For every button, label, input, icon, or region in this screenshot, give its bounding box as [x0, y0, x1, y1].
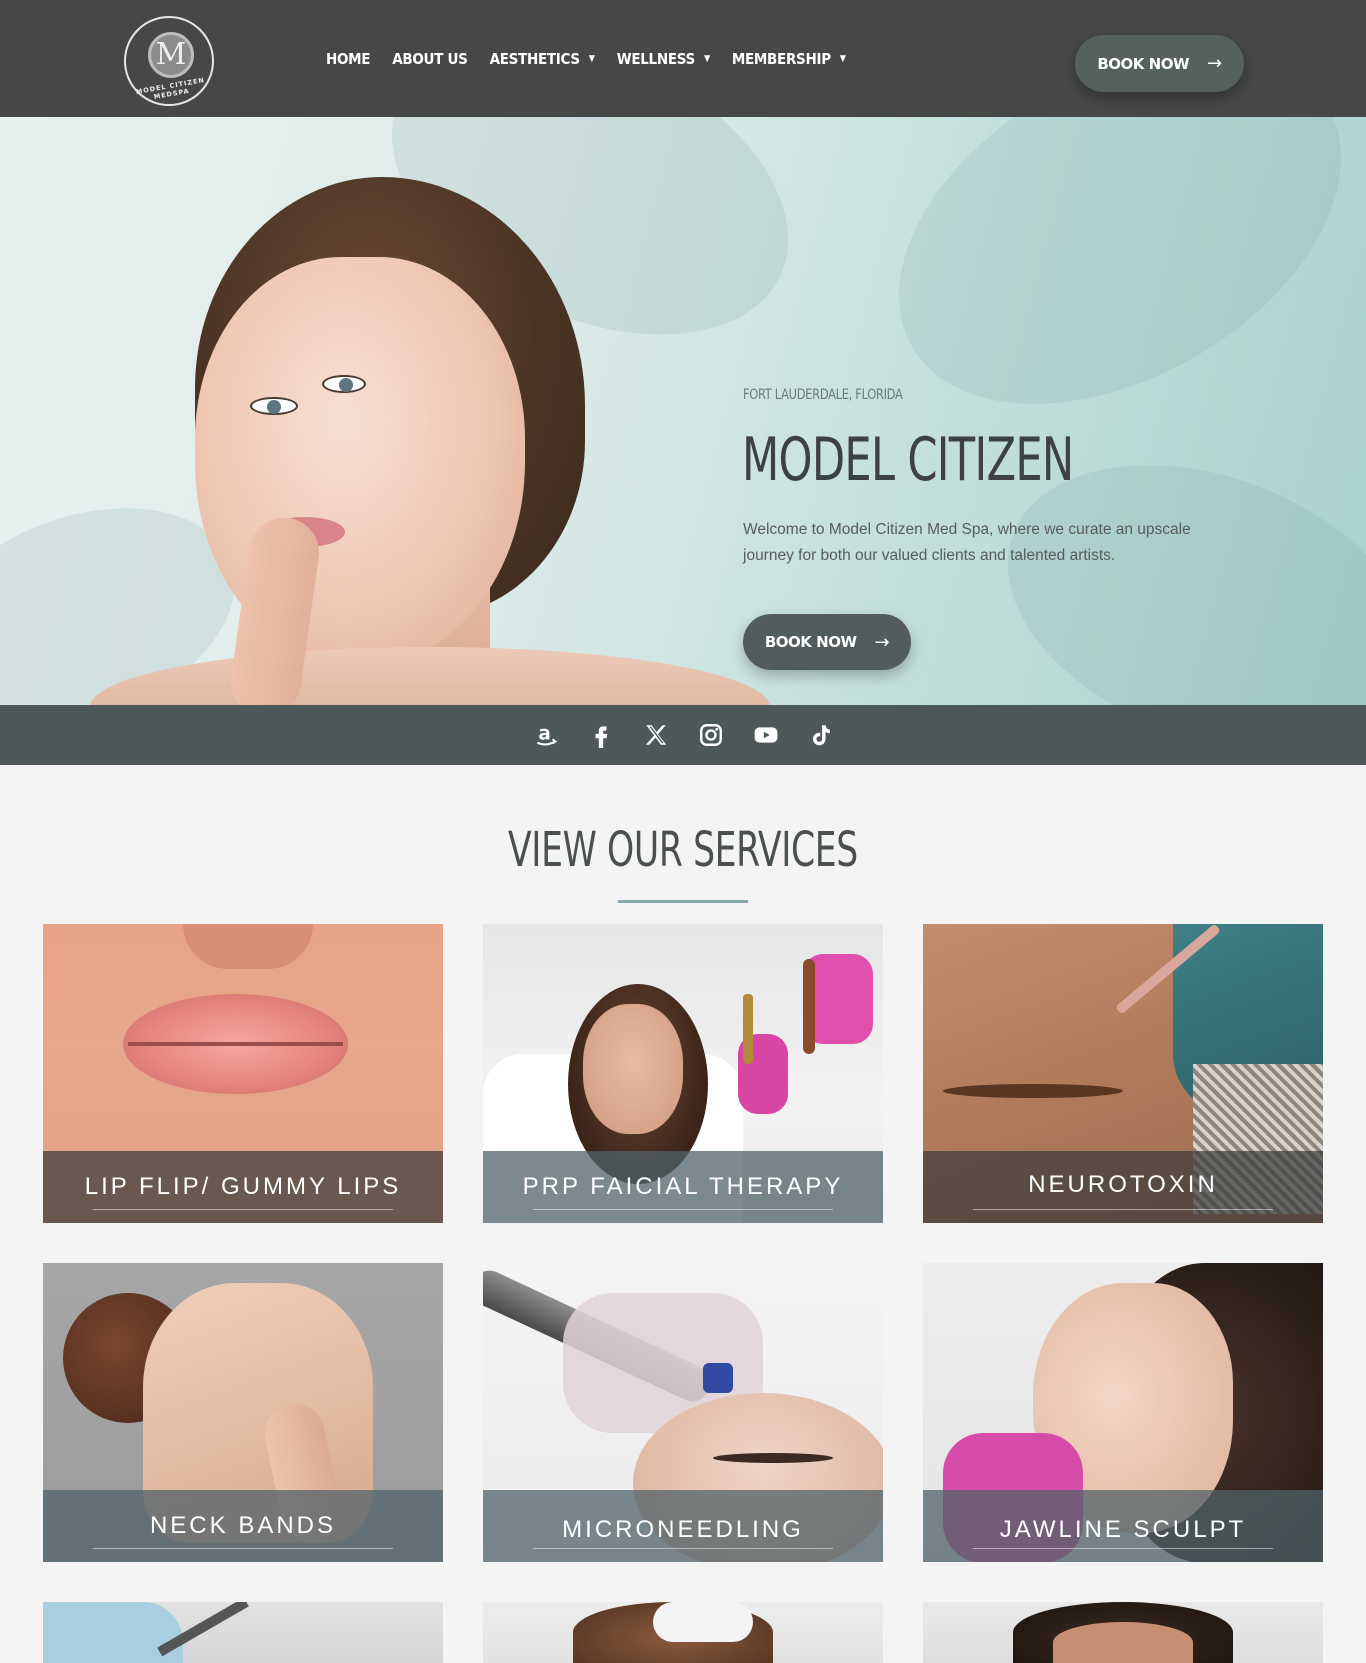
- social-bar: a: [0, 705, 1366, 765]
- hero-section: FORT LAUDERDALE, FLORIDA MODEL CITIZEN W…: [0, 117, 1366, 705]
- header-book-now-button[interactable]: BOOK NOW →: [1075, 35, 1244, 92]
- photo-brow: [943, 1084, 1123, 1098]
- service-card-lip-flip[interactable]: LIP FLIP/ GUMMY LIPS: [43, 924, 443, 1223]
- card-label-bar: PRP FAICIAL THERAPY: [483, 1151, 883, 1223]
- hero-title: MODEL CITIZEN: [742, 425, 1074, 495]
- nav-membership[interactable]: MEMBERSHIP ▼: [732, 50, 846, 68]
- model-eye: [322, 375, 366, 393]
- tiktok-icon[interactable]: [806, 721, 835, 750]
- card-label-bar: MICRONEEDLING: [483, 1490, 883, 1562]
- nav-home-label: HOME: [326, 50, 371, 68]
- card-label-bar: NEUROTOXIN: [923, 1151, 1323, 1223]
- chevron-down-icon: ▼: [703, 54, 710, 64]
- book-now-label: BOOK NOW: [1097, 54, 1190, 73]
- service-card-jawline-sculpt[interactable]: JAWLINE SCULPT: [923, 1263, 1323, 1562]
- arrow-right-icon: →: [874, 631, 890, 653]
- services-heading: VIEW OUR SERVICES: [0, 822, 1366, 878]
- card-underline: [973, 1548, 1273, 1549]
- card-title: LIP FLIP/ GUMMY LIPS: [84, 1173, 402, 1200]
- service-card-partial[interactable]: [483, 1602, 883, 1663]
- main-nav: HOME ABOUT US AESTHETICS ▼ WELLNESS ▼ MEMB…: [326, 50, 846, 68]
- card-title: NEUROTOXIN: [1028, 1171, 1218, 1198]
- youtube-icon[interactable]: [751, 721, 780, 750]
- chevron-down-icon: ▼: [839, 54, 846, 64]
- model-shoulder: [90, 647, 770, 705]
- nav-wellness-label: WELLNESS: [616, 50, 696, 68]
- card-underline: [533, 1548, 833, 1549]
- nav-aesthetics[interactable]: AESTHETICS ▼: [490, 50, 595, 68]
- card-title: MICRONEEDLING: [562, 1516, 804, 1543]
- photo-nose: [183, 924, 313, 969]
- card-underline: [973, 1209, 1273, 1210]
- nav-aesthetics-label: AESTHETICS: [489, 50, 581, 68]
- card-label-bar: NECK BANDS: [43, 1490, 443, 1562]
- photo-eye: [713, 1453, 833, 1463]
- photo-syringe: [743, 994, 753, 1064]
- hero-book-now-button[interactable]: BOOK NOW →: [743, 614, 911, 670]
- card-title: PRP FAICIAL THERAPY: [522, 1173, 844, 1200]
- facebook-icon[interactable]: [586, 721, 615, 750]
- card-underline: [533, 1209, 833, 1210]
- service-card-partial[interactable]: [43, 1602, 443, 1663]
- instagram-icon[interactable]: [696, 721, 725, 750]
- model-eye: [250, 397, 298, 415]
- chevron-down-icon: ▼: [588, 54, 595, 64]
- service-card-neurotoxin[interactable]: NEUROTOXIN: [923, 924, 1323, 1223]
- svg-text:a: a: [538, 723, 550, 744]
- card-title: JAWLINE SCULPT: [999, 1516, 1247, 1543]
- photo-face: [1053, 1622, 1193, 1663]
- arrow-right-icon: →: [1207, 53, 1222, 74]
- background-leaf: [837, 117, 1366, 477]
- nav-about-label: ABOUT US: [392, 50, 468, 68]
- site-header: M MODEL CITIZEN MEDSPA HOME ABOUT US AES…: [0, 0, 1366, 117]
- card-label-bar: JAWLINE SCULPT: [923, 1490, 1323, 1562]
- amazon-icon[interactable]: a: [531, 721, 560, 750]
- nav-membership-label: MEMBERSHIP: [731, 50, 831, 68]
- service-card-neck-bands[interactable]: NECK BANDS: [43, 1263, 443, 1562]
- photo-vial: [803, 959, 815, 1054]
- brand-logo[interactable]: M MODEL CITIZEN MEDSPA: [124, 16, 214, 106]
- nav-about-us[interactable]: ABOUT US: [392, 50, 468, 68]
- logo-text: MODEL CITIZEN MEDSPA: [135, 76, 206, 102]
- photo-cartridge: [703, 1363, 733, 1393]
- nav-wellness[interactable]: WELLNESS ▼: [617, 50, 710, 68]
- heading-divider: [618, 900, 748, 903]
- service-card-partial[interactable]: [923, 1602, 1323, 1663]
- services-heading-text: VIEW OUR SERVICES: [508, 822, 858, 878]
- photo-face: [583, 1004, 683, 1134]
- service-card-microneedling[interactable]: MICRONEEDLING: [483, 1263, 883, 1562]
- nav-home[interactable]: HOME: [326, 50, 371, 68]
- photo-glove: [653, 1602, 753, 1642]
- hero-description: Welcome to Model Citizen Med Spa, where …: [743, 521, 1191, 564]
- hero-location: FORT LAUDERDALE, FLORIDA: [743, 387, 903, 403]
- photo-lip-line: [128, 1042, 343, 1046]
- card-label-bar: LIP FLIP/ GUMMY LIPS: [43, 1151, 443, 1223]
- hero-model-photo: [90, 117, 770, 705]
- logo-monogram: M: [148, 32, 194, 78]
- x-twitter-icon[interactable]: [641, 721, 670, 750]
- card-underline: [93, 1548, 393, 1549]
- card-underline: [93, 1209, 393, 1210]
- book-now-label: BOOK NOW: [764, 633, 857, 651]
- service-card-prp-facial[interactable]: PRP FAICIAL THERAPY: [483, 924, 883, 1223]
- card-title: NECK BANDS: [149, 1512, 337, 1539]
